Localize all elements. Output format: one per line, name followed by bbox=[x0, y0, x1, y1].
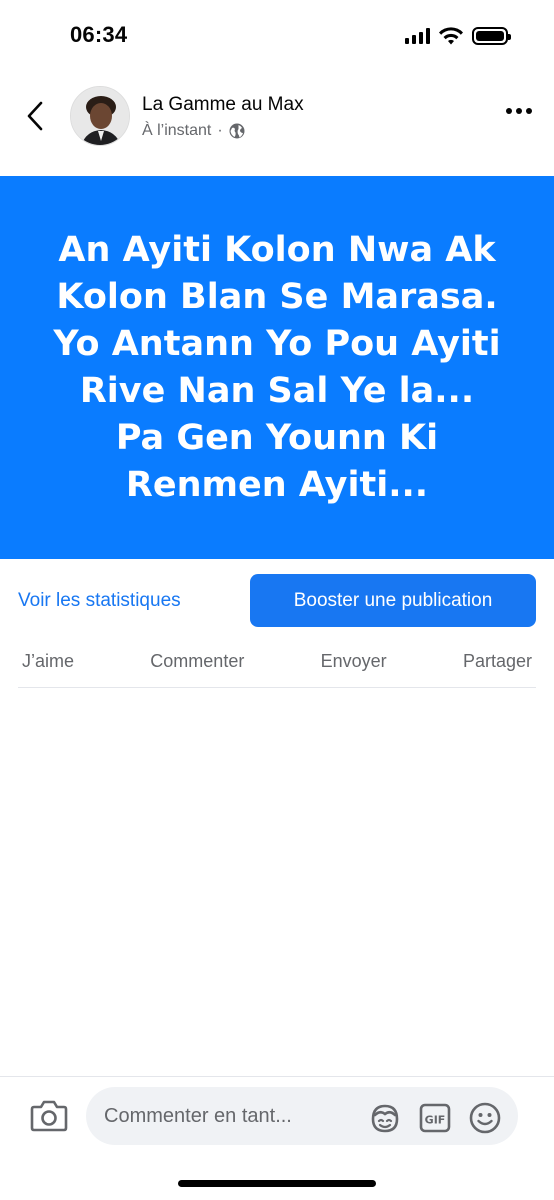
comment-button[interactable]: Commenter bbox=[146, 651, 248, 672]
emoji-button[interactable] bbox=[468, 1101, 502, 1135]
gif-button[interactable]: GIF bbox=[418, 1101, 452, 1135]
avatar-sticker-button[interactable] bbox=[368, 1101, 402, 1135]
post-header: La Gamme au Max À l’instant · bbox=[0, 84, 554, 154]
share-button[interactable]: Partager bbox=[459, 651, 536, 672]
signal-icon bbox=[405, 28, 430, 44]
boost-post-button[interactable]: Booster une publication bbox=[250, 574, 536, 627]
home-indicator bbox=[178, 1180, 376, 1187]
chevron-left-icon bbox=[27, 101, 43, 131]
globe-icon[interactable] bbox=[229, 123, 245, 139]
status-time: 06:34 bbox=[70, 22, 128, 47]
post-text: An Ayiti Kolon Nwa Ak Kolon Blan Se Mara… bbox=[53, 229, 501, 505]
post-timestamp: À l’instant bbox=[142, 122, 212, 139]
view-stats-link[interactable]: Voir les statistiques bbox=[18, 590, 181, 612]
post-text-card: An Ayiti Kolon Nwa Ak Kolon Blan Se Mara… bbox=[0, 176, 554, 559]
like-button[interactable]: J’aime bbox=[18, 651, 78, 672]
camera-icon bbox=[30, 1100, 68, 1132]
status-bar: 06:34 bbox=[0, 0, 554, 76]
avatar-image bbox=[71, 87, 129, 145]
avatar-sticker-icon bbox=[371, 1104, 399, 1133]
author-name[interactable]: La Gamme au Max bbox=[142, 94, 304, 116]
camera-button[interactable] bbox=[30, 1099, 68, 1133]
gif-icon: GIF bbox=[419, 1103, 451, 1133]
send-button[interactable]: Envoyer bbox=[317, 651, 391, 672]
post-meta: À l’instant · bbox=[142, 122, 245, 140]
back-button[interactable] bbox=[20, 98, 50, 134]
comment-input-icons: GIF bbox=[368, 1101, 502, 1135]
svg-text:GIF: GIF bbox=[425, 1114, 446, 1127]
wifi-icon bbox=[439, 27, 463, 45]
status-icons bbox=[405, 26, 511, 46]
meta-separator: · bbox=[217, 122, 223, 139]
more-options-button[interactable] bbox=[506, 108, 532, 114]
author-avatar[interactable] bbox=[70, 86, 130, 146]
battery-icon bbox=[472, 27, 511, 45]
smiley-icon bbox=[469, 1102, 501, 1134]
post-actions-bar: J’aime Commenter Envoyer Partager bbox=[18, 636, 536, 688]
